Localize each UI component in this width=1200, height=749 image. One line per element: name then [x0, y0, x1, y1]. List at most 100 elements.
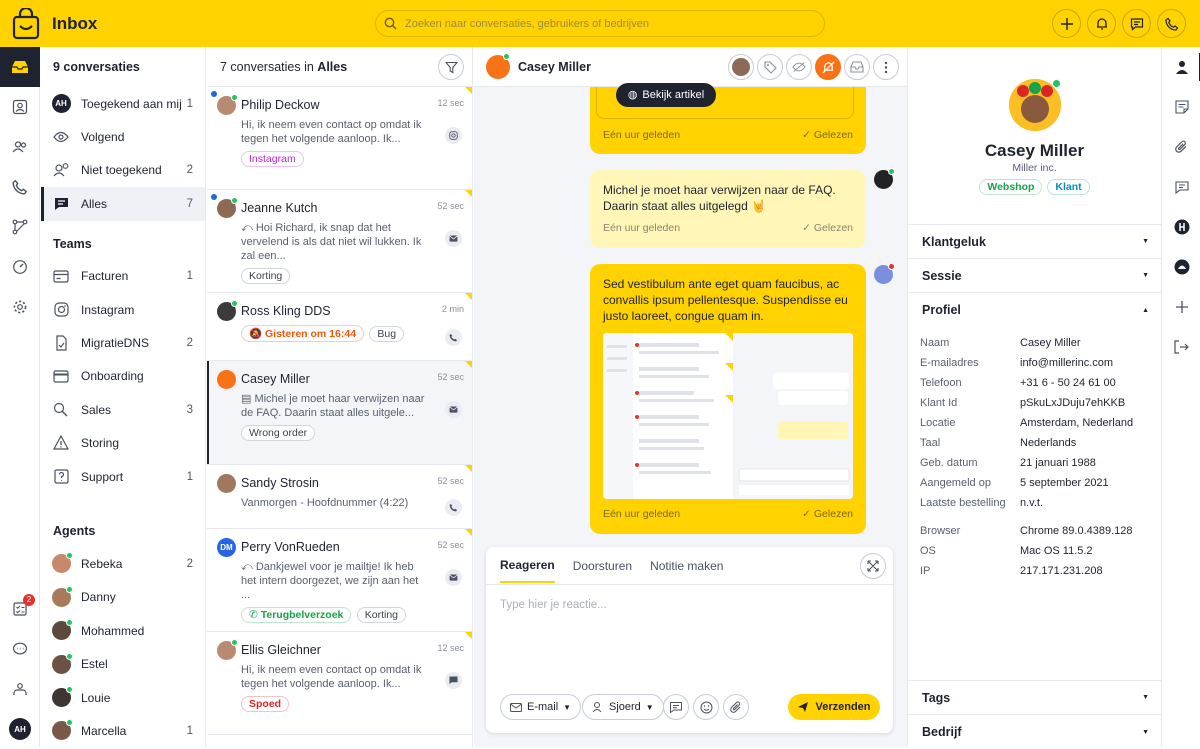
tag-klant[interactable]: Klant: [1047, 179, 1090, 195]
conversation-list: 7 conversaties in Alles Philip Deckow 12…: [207, 47, 473, 747]
profile-fields: Naam Casey Miller E-mailadres info@milleri…: [908, 327, 1161, 581]
list-item[interactable]: Philip Deckow 12 sec Hi, ik neem even co…: [207, 87, 472, 190]
attachments-icon[interactable]: [1162, 127, 1200, 167]
nav-item-team-migratiedns[interactable]: MigratieDNS 2: [41, 326, 205, 359]
avatar: [51, 652, 73, 674]
tag-callback[interactable]: ✆ Terugbelverzoek: [241, 607, 352, 623]
nav-item-team-sales[interactable]: Sales 3: [41, 393, 205, 426]
contact-profile-icon[interactable]: [1162, 47, 1200, 87]
section-sessie[interactable]: Sessie ▼: [908, 259, 1161, 293]
exit-icon[interactable]: [1162, 327, 1200, 367]
attachment-screenshot[interactable]: [603, 333, 853, 499]
rail-calls-icon[interactable]: [0, 167, 40, 207]
search-input[interactable]: Zoeken naar conversaties, gebruikers of …: [405, 18, 649, 30]
more-options-icon[interactable]: [873, 54, 899, 80]
assignee-avatar[interactable]: [728, 54, 754, 80]
reply-input[interactable]: Type hier je reactie...: [486, 585, 893, 625]
tag-wrong-order[interactable]: Wrong order: [241, 425, 316, 441]
nav-item-team-instagram[interactable]: Instagram: [41, 293, 205, 326]
tab-reply[interactable]: Reageren: [500, 548, 555, 583]
section-tags[interactable]: Tags ▼: [908, 681, 1161, 715]
filter-icon[interactable]: [438, 54, 464, 80]
section-profiel[interactable]: Profiel ▲: [908, 293, 1161, 327]
snooze-icon[interactable]: [815, 54, 841, 80]
list-item[interactable]: Ellis Gleichner 12 sec Hi, ik neem even …: [207, 632, 472, 735]
unfollow-icon[interactable]: [786, 54, 812, 80]
tag-instagram[interactable]: Instagram: [241, 151, 304, 167]
nav-item-agent-louie[interactable]: Louie: [41, 681, 205, 714]
unread-dot: [211, 194, 217, 200]
tab-note[interactable]: Notitie maken: [650, 559, 723, 573]
add-integration-icon[interactable]: [1162, 287, 1200, 327]
phone-icon: [445, 329, 462, 346]
tag-icon[interactable]: [757, 54, 783, 80]
nav-item-team-onboarding[interactable]: Onboarding: [41, 360, 205, 393]
add-icon[interactable]: [1052, 9, 1081, 38]
tab-forward[interactable]: Doorsturen: [573, 559, 632, 573]
tag-bug[interactable]: Bug: [369, 326, 405, 342]
nav-item-assigned-to-me[interactable]: AH Toegekend aan mij 1: [41, 87, 205, 120]
agent-select[interactable]: Sjoerd ▼: [582, 694, 664, 720]
field-row: E-mailadres info@millerinc.com: [920, 357, 1114, 369]
expand-icon[interactable]: [860, 553, 886, 579]
field-row: Naam Casey Miller: [920, 337, 1081, 349]
list-item[interactable]: Ross Kling DDS 2 min 🔕 Gisteren om 16:44…: [207, 293, 472, 361]
attachment-icon[interactable]: [723, 694, 749, 720]
inbox-logo-icon[interactable]: [6, 0, 46, 47]
emoji-icon[interactable]: [693, 694, 719, 720]
tag-webshop[interactable]: Webshop: [979, 179, 1043, 195]
nav-item-unassigned[interactable]: Niet toegekend 2: [41, 154, 205, 187]
send-button[interactable]: Verzenden: [788, 694, 880, 720]
nav-item-team-storing[interactable]: Storing: [41, 427, 205, 460]
tag-snooze[interactable]: 🔕 Gisteren om 16:44: [241, 325, 365, 342]
chevron-down-icon: ▼: [563, 702, 572, 712]
email-icon: [445, 230, 462, 247]
field-row: OS Mac OS 11.5.2: [920, 545, 1093, 557]
user-avatar[interactable]: AH: [0, 709, 40, 749]
rail-tasks-icon[interactable]: 2: [0, 589, 40, 629]
rail-team-icon[interactable]: [0, 669, 40, 709]
tag-korting[interactable]: Korting: [241, 268, 291, 284]
rail-feedback-icon[interactable]: [0, 629, 40, 669]
view-article-button[interactable]: ◍ Bekijk artikel: [616, 83, 716, 107]
section-klantgeluk[interactable]: Klantgeluk ▼: [908, 225, 1161, 259]
list-item[interactable]: Casey Miller 52 sec ▤ Michel je moet haa…: [207, 361, 472, 465]
nav-item-all[interactable]: Alles 7: [41, 187, 205, 221]
search-bar[interactable]: Zoeken naar conversaties, gebruikers of …: [375, 10, 825, 37]
field-row: Geb. datum 21 januari 1988: [920, 457, 1096, 469]
rail-settings-icon[interactable]: [0, 287, 40, 327]
chat-header: Casey Miller: [474, 47, 907, 87]
nav-item-agent-rebeka[interactable]: Rebeka 2: [41, 547, 205, 580]
canned-response-icon[interactable]: [663, 694, 689, 720]
section-bedrijf[interactable]: Bedrijf ▼: [908, 715, 1161, 749]
field-row: Telefoon +31 6 - 50 24 61 00: [920, 377, 1116, 389]
bell-icon[interactable]: [1087, 9, 1116, 38]
rail-users-icon[interactable]: [0, 127, 40, 167]
nav-item-agent-mohammed[interactable]: Mohammed: [41, 614, 205, 647]
list-item[interactable]: DM Perry VonRueden 52 sec ⤺ Dankjewel vo…: [207, 529, 472, 632]
phone-icon[interactable]: [1157, 9, 1186, 38]
integration-two-icon[interactable]: [1162, 247, 1200, 287]
list-item[interactable]: Sandy Strosin 52 sec Vanmorgen - Hoofdnu…: [207, 465, 472, 529]
conversations-icon[interactable]: [1162, 167, 1200, 207]
chat-icon[interactable]: [1122, 9, 1151, 38]
nav-item-team-facturen[interactable]: Facturen 1: [41, 260, 205, 293]
nav-item-agent-estel[interactable]: Estel: [41, 647, 205, 680]
list-header: 7 conversaties in Alles: [207, 47, 472, 87]
tag-korting[interactable]: Korting: [356, 607, 407, 623]
unread-dot: [211, 91, 217, 97]
integration-one-icon[interactable]: [1162, 207, 1200, 247]
notes-icon[interactable]: [1162, 87, 1200, 127]
tag-spoed[interactable]: Spoed: [241, 696, 290, 712]
archive-icon[interactable]: [844, 54, 870, 80]
nav-item-agent-marcella[interactable]: Marcella 1: [41, 714, 205, 747]
nav-item-team-support[interactable]: Support 1: [41, 460, 205, 493]
rail-dashboard-icon[interactable]: [0, 247, 40, 287]
nav-item-agent-danny[interactable]: Danny: [41, 581, 205, 614]
nav-item-following[interactable]: Volgend: [41, 120, 205, 153]
rail-contacts-icon[interactable]: [0, 87, 40, 127]
rail-flows-icon[interactable]: [0, 207, 40, 247]
channel-select[interactable]: E-mail ▼: [500, 694, 582, 720]
list-item[interactable]: Jeanne Kutch 52 sec ⤺ Hoi Richard, ik sn…: [207, 190, 472, 293]
rail-inbox-icon[interactable]: [0, 47, 40, 87]
